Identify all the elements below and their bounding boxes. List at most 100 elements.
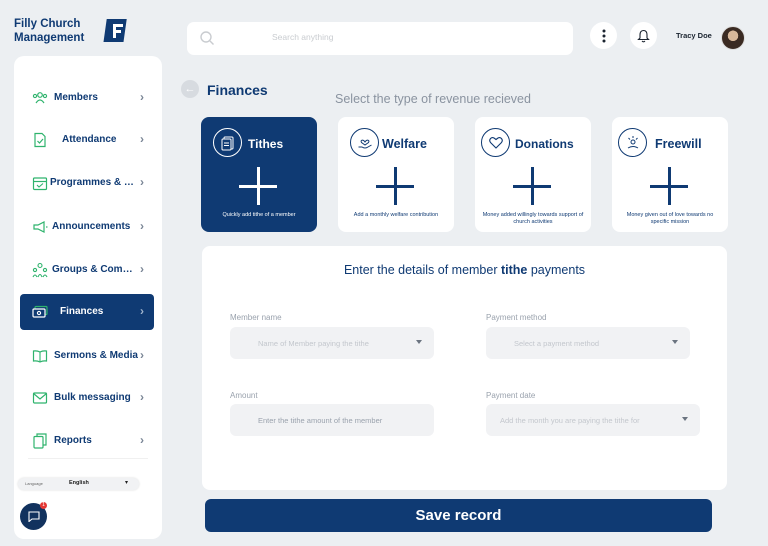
payment-method-label: Payment method (486, 313, 547, 322)
caret-down-icon (416, 340, 422, 344)
card-description: Money given out of love towards no speci… (626, 212, 714, 225)
chevron-right-icon: › (140, 390, 144, 404)
reports-icon (33, 433, 47, 449)
sidebar-item-sermons[interactable]: Sermons & Media › (20, 338, 154, 374)
payment-date-label: Payment date (486, 391, 536, 400)
plus-icon (376, 167, 414, 205)
revenue-card-freewill[interactable]: Freewill Money given out of love towards… (612, 117, 728, 232)
form-title-emphasis: tithe (500, 263, 528, 277)
chevron-right-icon: › (140, 132, 144, 146)
page-subtitle: Select the type of revenue recieved (335, 92, 531, 106)
search-icon (200, 31, 214, 45)
member-name-select[interactable]: Name of Member paying the tithe (230, 327, 434, 359)
groups-icon (32, 262, 48, 278)
sidebar-item-label: Bulk messaging (54, 392, 131, 403)
card-title: Welfare (382, 137, 427, 151)
sidebar-item-attendance[interactable]: Attendance › (20, 122, 154, 158)
language-value: English (69, 480, 89, 486)
caret-down-icon (672, 340, 678, 344)
sidebar-item-groups[interactable]: Groups & Committ... › (20, 252, 154, 288)
plus-icon (650, 167, 688, 205)
member-name-label: Member name (230, 313, 282, 322)
sidebar-item-label: Programmes & Eve... (50, 177, 136, 188)
amount-placeholder: Enter the tithe amount of the member (258, 416, 383, 425)
user-name: Tracy Doe (676, 31, 712, 40)
app-brand: Filly Church Management (14, 17, 104, 45)
member-name-placeholder: Name of Member paying the tithe (258, 339, 369, 348)
revenue-card-donations[interactable]: Donations Money added willingly towards … (475, 117, 591, 232)
sidebar-item-label: Attendance (62, 134, 117, 145)
calendar-icon (32, 177, 48, 191)
save-record-button[interactable]: Save record (205, 499, 712, 532)
mail-icon (32, 392, 48, 404)
form-title: Enter the details of member tithe paymen… (202, 263, 727, 277)
members-icon (32, 92, 48, 104)
caret-down-icon: ▾ (124, 480, 128, 486)
sidebar-item-programmes[interactable]: Programmes & Eve... › (20, 165, 154, 201)
sidebar-item-label: Reports (54, 435, 92, 446)
search-bar[interactable]: Search anything (187, 22, 573, 55)
card-description: Money added willingly towards support of… (482, 212, 584, 225)
chevron-right-icon: › (140, 348, 144, 362)
megaphone-icon (33, 221, 48, 233)
sidebar-item-label: Announcements (52, 221, 131, 232)
language-label: Language (25, 481, 43, 486)
attendance-icon (34, 132, 46, 148)
page-title: Finances (207, 82, 268, 98)
chevron-right-icon: › (140, 90, 144, 104)
revenue-card-tithes[interactable]: Tithes Quickly add tithe of a member (201, 117, 317, 232)
caret-down-icon (682, 417, 688, 421)
revenue-card-welfare[interactable]: Welfare Add a monthly welfare contributi… (338, 117, 454, 232)
search-input[interactable]: Search anything (272, 32, 333, 42)
brand-line-1: Filly Church (14, 18, 81, 30)
amount-input[interactable]: Enter the tithe amount of the member (230, 404, 434, 436)
sidebar-item-reports[interactable]: Reports › (20, 423, 154, 459)
avatar[interactable] (721, 26, 745, 50)
form-title-text: Enter the details of member (343, 263, 501, 277)
card-description: Quickly add tithe of a member (222, 212, 296, 218)
tithes-icon (213, 128, 242, 157)
sidebar-item-label: Members (54, 92, 98, 103)
language-selector[interactable]: Language English ▾ (18, 478, 139, 490)
chevron-right-icon: › (140, 219, 144, 233)
payment-date-select[interactable]: Add the month you are paying the tithe f… (486, 404, 700, 436)
brand-line-2: Management (14, 32, 85, 44)
card-title: Freewill (655, 137, 702, 151)
sidebar-item-label: Groups & Committ... (52, 264, 138, 275)
heart-icon (481, 128, 510, 157)
chevron-right-icon: › (140, 175, 144, 189)
sidebar-item-label: Finances (60, 306, 104, 317)
payment-method-placeholder: Select a payment method (514, 339, 600, 348)
back-button[interactable]: ← (181, 80, 199, 98)
card-title: Tithes (248, 137, 284, 151)
notifications-button[interactable] (630, 22, 657, 49)
sidebar-item-label: Sermons & Media (54, 350, 138, 361)
freewill-icon (618, 128, 647, 157)
amount-label: Amount (230, 391, 258, 400)
card-description: Add a monthly welfare contribution (353, 212, 439, 218)
card-title: Donations (515, 137, 574, 151)
payment-method-select[interactable]: Select a payment method (486, 327, 690, 359)
sidebar-item-finances[interactable]: Finances › (20, 294, 154, 330)
chevron-right-icon: › (140, 433, 144, 447)
chevron-right-icon: › (140, 304, 144, 318)
brand-logo-icon (103, 19, 127, 42)
book-icon (32, 350, 48, 363)
plus-icon (513, 167, 551, 205)
plus-icon (239, 167, 277, 205)
bell-icon (637, 29, 650, 42)
sidebar-item-announcements[interactable]: Announcements › (20, 209, 154, 245)
sidebar-item-members[interactable]: Members › (20, 80, 154, 116)
sidebar-item-bulk-messaging[interactable]: Bulk messaging › (20, 380, 154, 416)
more-options-button[interactable] (590, 22, 617, 49)
kebab-icon (602, 29, 605, 42)
welfare-icon (350, 128, 379, 157)
payment-date-placeholder: Add the month you are paying the tithe f… (500, 416, 640, 425)
divider (28, 458, 148, 459)
notification-badge: 1 (40, 502, 47, 509)
arrow-left-icon: ← (184, 83, 196, 95)
tithe-form: Enter the details of member tithe paymen… (202, 246, 727, 490)
form-title-text: payments (527, 263, 586, 277)
money-icon (32, 305, 48, 318)
sidebar: Members › Attendance › Programmes & Eve.… (14, 56, 162, 539)
